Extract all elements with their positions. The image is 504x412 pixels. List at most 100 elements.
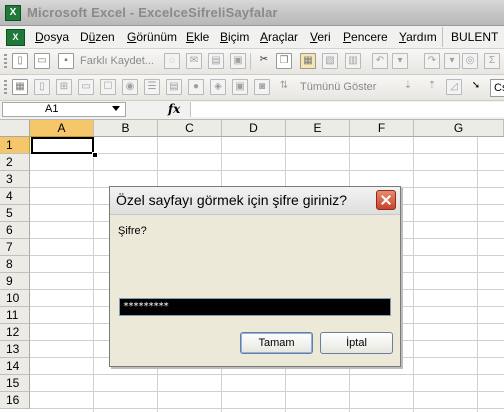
- row-header-16[interactable]: 16: [0, 392, 30, 409]
- cancel-button[interactable]: İptal: [320, 332, 393, 354]
- combobox-icon[interactable]: ▤: [166, 79, 182, 95]
- column-header-b[interactable]: B: [94, 120, 158, 137]
- window-title: Microsoft Excel - ExcelceSifreliSayfalar: [27, 5, 278, 20]
- email-icon[interactable]: ✉: [186, 53, 202, 69]
- menu-window[interactable]: Pencere: [343, 30, 388, 44]
- row-header-14[interactable]: 14: [0, 358, 30, 375]
- toolbar-separator: [250, 53, 251, 70]
- menu-format[interactable]: Biçim: [220, 30, 249, 44]
- toolbar-grip[interactable]: [4, 80, 7, 95]
- row-header-2[interactable]: 2: [0, 154, 30, 171]
- active-cell[interactable]: [31, 137, 94, 154]
- spinner-icon[interactable]: ◈: [210, 79, 226, 95]
- menu-data[interactable]: Veri: [310, 30, 331, 44]
- password-prompt: Şifre?: [118, 225, 147, 237]
- formula-input[interactable]: [190, 102, 504, 117]
- redo-icon[interactable]: ↷: [424, 53, 440, 69]
- toolbar-grip[interactable]: [4, 54, 7, 69]
- menu-view[interactable]: Görünüm: [127, 30, 177, 44]
- print-preview-icon[interactable]: ▣: [230, 53, 246, 69]
- new-document-icon[interactable]: ▯: [12, 53, 28, 69]
- research-icon[interactable]: ▥: [345, 53, 361, 69]
- menu-help[interactable]: Yardım: [399, 30, 437, 44]
- undo-icon[interactable]: ↶: [372, 53, 388, 69]
- sort-az-icon[interactable]: ⇣: [400, 79, 416, 95]
- pointer-icon[interactable]: ➘: [468, 79, 484, 95]
- row-header-8[interactable]: 8: [0, 256, 30, 273]
- print-icon[interactable]: ▤: [208, 53, 224, 69]
- row-header-3[interactable]: 3: [0, 171, 30, 188]
- insert-function-icon[interactable]: fx: [168, 102, 180, 116]
- select-all-corner[interactable]: [0, 120, 30, 137]
- font-box[interactable]: Cs: [490, 79, 504, 97]
- sort-ascending-icon[interactable]: ⇅: [276, 79, 292, 95]
- listbox-icon[interactable]: ☰: [144, 79, 160, 95]
- undo-dropdown-icon[interactable]: ▾: [392, 53, 408, 69]
- close-icon[interactable]: [376, 190, 396, 210]
- save-as-button[interactable]: Farklı Kaydet...: [80, 55, 154, 67]
- borders-icon[interactable]: ▦: [12, 79, 28, 95]
- row-header-15[interactable]: 15: [0, 375, 30, 392]
- dialog-title: Özel sayfayı görmek için şifre giriniz?: [116, 192, 348, 208]
- show-all-button[interactable]: Tümünü Göster: [300, 81, 376, 93]
- workbook-icon[interactable]: X: [6, 29, 25, 46]
- menu-bar: X Dosya Düzen Görünüm Ekle Biçim Araçlar…: [0, 26, 504, 49]
- row-header-1[interactable]: 1: [0, 137, 30, 154]
- menu-insert[interactable]: Ekle: [186, 30, 209, 44]
- password-input[interactable]: *********: [119, 298, 391, 316]
- control-properties-icon[interactable]: ▣: [232, 79, 248, 95]
- menu-edit[interactable]: Düzen: [80, 30, 115, 44]
- row-header-12[interactable]: 12: [0, 324, 30, 341]
- menu-tools[interactable]: Araçlar: [260, 30, 298, 44]
- forms-toolbar: ▦ ▯ ⊞ ▭ ☐ ◉ ☰ ▤ ● ◈ ▣ ◙ ⇅ Tümünü Göster …: [0, 75, 504, 101]
- paste-icon[interactable]: ▦: [300, 53, 316, 69]
- open-folder-icon[interactable]: ▭: [34, 53, 50, 69]
- name-box-dropdown-icon[interactable]: [112, 106, 120, 111]
- copy-icon[interactable]: ❐: [276, 53, 292, 69]
- user-label: BULENT: [442, 27, 504, 47]
- scrollbar-icon[interactable]: ●: [188, 79, 204, 95]
- ok-button[interactable]: Tamam: [240, 332, 313, 354]
- validation-icon[interactable]: ◿: [446, 79, 462, 95]
- row-header-6[interactable]: 6: [0, 222, 30, 239]
- column-header-d[interactable]: D: [222, 120, 286, 137]
- save-icon[interactable]: ▪: [58, 53, 74, 69]
- row-header-13[interactable]: 13: [0, 341, 30, 358]
- column-header-a[interactable]: A: [30, 120, 94, 137]
- password-dialog: Özel sayfayı görmek için şifre giriniz? …: [109, 186, 401, 367]
- sort-za-icon[interactable]: ⇡: [424, 79, 440, 95]
- option-button-icon[interactable]: ◉: [122, 79, 138, 95]
- formula-bar: A1 fx: [0, 101, 504, 120]
- row-header-11[interactable]: 11: [0, 307, 30, 324]
- row-header-10[interactable]: 10: [0, 290, 30, 307]
- gridline: [30, 170, 504, 171]
- gridline: [413, 137, 414, 412]
- column-header-g[interactable]: G: [414, 120, 504, 137]
- column-header-c[interactable]: C: [158, 120, 222, 137]
- camera-icon[interactable]: ◙: [254, 79, 270, 95]
- redo-dropdown-icon[interactable]: ▾: [444, 53, 460, 69]
- row-header-4[interactable]: 4: [0, 188, 30, 205]
- fill-handle[interactable]: [92, 152, 98, 158]
- autosum-icon[interactable]: Σ: [484, 53, 500, 69]
- row-header-9[interactable]: 9: [0, 273, 30, 290]
- format-painter-icon[interactable]: ▧: [322, 53, 338, 69]
- menu-file[interactable]: Dosya: [35, 30, 69, 44]
- cut-icon[interactable]: ✂: [256, 53, 272, 69]
- checkbox-icon[interactable]: ☐: [100, 79, 116, 95]
- hyperlink-icon[interactable]: ◎: [462, 53, 478, 69]
- name-box[interactable]: A1: [2, 102, 126, 117]
- row-header-5[interactable]: 5: [0, 205, 30, 222]
- gridline: [30, 391, 504, 392]
- gridline: [477, 137, 478, 412]
- column-header-e[interactable]: E: [286, 120, 350, 137]
- row-header-7[interactable]: 7: [0, 239, 30, 256]
- standard-toolbar: ▯ ▭ ▪ Farklı Kaydet... ◌ ✉ ▤ ▣ ✂ ❐ ▦ ▧ ▥…: [0, 49, 504, 75]
- gridline: [30, 153, 504, 154]
- groupbox-icon[interactable]: ⊞: [56, 79, 72, 95]
- label-icon[interactable]: ▯: [34, 79, 50, 95]
- excel-app-icon: X: [5, 5, 21, 21]
- column-header-f[interactable]: F: [350, 120, 414, 137]
- permission-icon[interactable]: ◌: [164, 53, 180, 69]
- button-icon[interactable]: ▭: [78, 79, 94, 95]
